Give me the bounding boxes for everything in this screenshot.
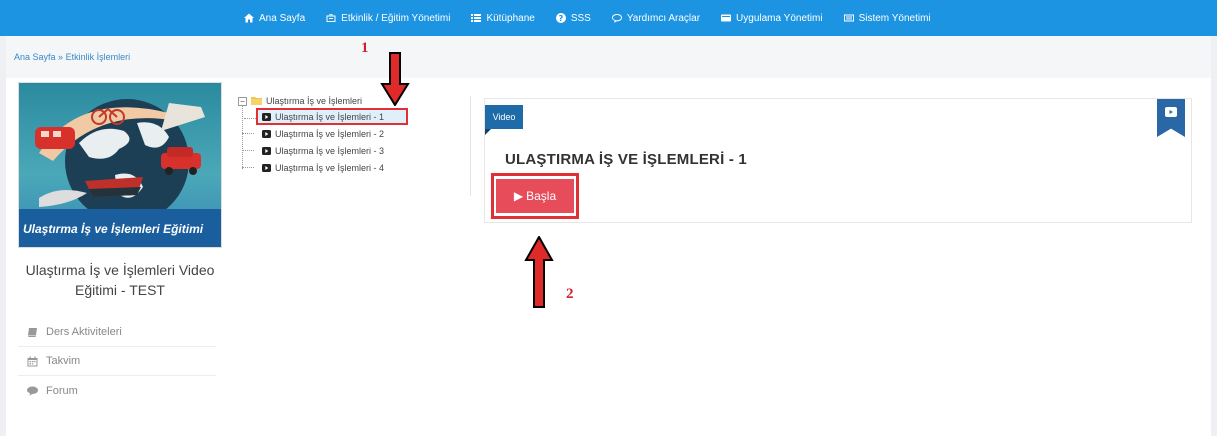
breadcrumb-home[interactable]: Ana Sayfa — [14, 52, 56, 62]
tree-item-video-3[interactable]: Ulaştırma İş ve İşlemleri - 3 — [242, 142, 458, 159]
start-button-label: Başla — [526, 189, 557, 203]
nav-item-home[interactable]: Ana Sayfa — [244, 13, 305, 24]
tree-item-video-4[interactable]: Ulaştırma İş ve İşlemleri - 4 — [242, 159, 458, 176]
nav-item-label: Sistem Yönetimi — [858, 12, 931, 24]
video-icon — [262, 146, 271, 155]
tree-children: Ulaştırma İş ve İşlemleri - 1 Ulaştırma … — [242, 106, 458, 176]
start-button[interactable]: ▶ Başla — [496, 179, 574, 213]
comment-icon — [611, 14, 622, 23]
nav-item-label: Kütüphane — [486, 12, 535, 24]
svg-text:?: ? — [559, 14, 564, 23]
breadcrumb-separator: » — [58, 52, 64, 62]
tree-root-node[interactable]: − Ulaştırma İş ve İşlemleri — [238, 94, 458, 108]
nav-item-label: Yardımcı Araçlar — [626, 12, 701, 24]
video-type-tag: Video — [485, 105, 523, 135]
video-content-card: Video ULAŞTIRMA İŞ VE İŞLEMLERİ - 1 ▶ Ba… — [484, 98, 1192, 223]
nav-item-system-management[interactable]: Sistem Yönetimi — [843, 12, 931, 24]
side-item-label: Ders Aktiviteleri — [46, 326, 122, 338]
tree-item-video-1[interactable]: Ulaştırma İş ve İşlemleri - 1 — [244, 108, 408, 125]
content-tree: − Ulaştırma İş ve İşlemleri Ulaştırma İş… — [238, 94, 458, 176]
folder-icon — [251, 96, 262, 107]
card-icon — [721, 14, 732, 22]
nav-item-label: SSS — [570, 12, 591, 24]
annotation-number-1: 1 — [361, 40, 369, 56]
calendar-icon — [27, 356, 38, 366]
bookmark-ribbon — [1157, 99, 1185, 137]
course-side-menu: Ders Aktiviteleri Takvim Forum — [18, 318, 216, 405]
video-icon — [262, 129, 271, 138]
tree-item-label: Ulaştırma İş ve İşlemleri - 2 — [275, 128, 385, 139]
side-item-course-activities[interactable]: Ders Aktiviteleri — [18, 318, 216, 347]
play-icon: ▶ — [513, 189, 524, 203]
tree-item-label: Ulaştırma İş ve İşlemleri - 4 — [275, 162, 385, 173]
video-icon — [262, 163, 271, 172]
side-item-forum[interactable]: Forum — [18, 376, 216, 405]
question-circle-icon: ? — [555, 13, 566, 23]
divider — [470, 96, 471, 196]
tree-item-label: Ulaştırma İş ve İşlemleri - 3 — [275, 145, 385, 156]
book-icon — [28, 327, 37, 337]
top-navigation: Ana Sayfa Etkinlik / Eğitim Yönetimi Küt… — [0, 0, 1217, 36]
course-cover-card[interactable]: Ulaştırma İş ve İşlemleri Eğitimi — [18, 82, 222, 248]
comment-icon — [27, 386, 38, 396]
breadcrumb-current[interactable]: Etkinlik İşlemleri — [66, 52, 131, 62]
tree-item-video-2[interactable]: Ulaştırma İş ve İşlemleri - 2 — [242, 125, 458, 142]
briefcase-icon — [326, 14, 336, 22]
nav-item-library[interactable]: Kütüphane — [471, 12, 535, 24]
annotation-arrow-down-icon — [380, 52, 410, 106]
course-title: Ulaştırma İş ve İşlemleri Video Eğitimi … — [25, 262, 215, 298]
collapse-icon[interactable]: − — [238, 96, 247, 106]
video-icon — [262, 112, 271, 121]
tree-item-label: Ulaştırma İş ve İşlemleri - 1 — [275, 111, 385, 122]
annotation-arrow-up-icon — [524, 236, 554, 308]
course-cover-caption: Ulaştırma İş ve İşlemleri Eğitimi — [19, 209, 221, 247]
card-list-icon — [843, 14, 854, 22]
side-item-calendar[interactable]: Takvim — [18, 347, 216, 376]
nav-item-activity-management[interactable]: Etkinlik / Eğitim Yönetimi — [326, 13, 450, 24]
list-icon — [471, 14, 482, 22]
annotation-number-2: 2 — [566, 286, 574, 302]
start-button-highlight: ▶ Başla — [491, 173, 579, 219]
nav-item-faq[interactable]: ? SSS — [555, 12, 591, 24]
side-item-label: Takvim — [46, 355, 81, 367]
nav-item-label: Uygulama Yönetimi — [736, 12, 823, 24]
side-item-label: Forum — [46, 384, 78, 397]
nav-item-tools[interactable]: Yardımcı Araçlar — [611, 12, 701, 24]
video-title: ULAŞTIRMA İŞ VE İŞLEMLERİ - 1 — [505, 151, 747, 168]
main-panel: Ulaştırma İş ve İşlemleri Eğitimi Ulaştı… — [6, 78, 1211, 436]
nav-item-app-management[interactable]: Uygulama Yönetimi — [721, 13, 823, 24]
video-icon — [1165, 107, 1177, 117]
breadcrumb: Ana Sayfa » Etkinlik İşlemleri — [14, 52, 130, 62]
home-icon — [244, 13, 254, 23]
nav-item-label: Etkinlik / Eğitim Yönetimi — [341, 12, 451, 24]
breadcrumb-bar: Ana Sayfa » Etkinlik İşlemleri — [6, 36, 1211, 78]
tree-root-label: Ulaştırma İş ve İşlemleri — [266, 96, 363, 106]
nav-item-label: Ana Sayfa — [259, 12, 306, 24]
